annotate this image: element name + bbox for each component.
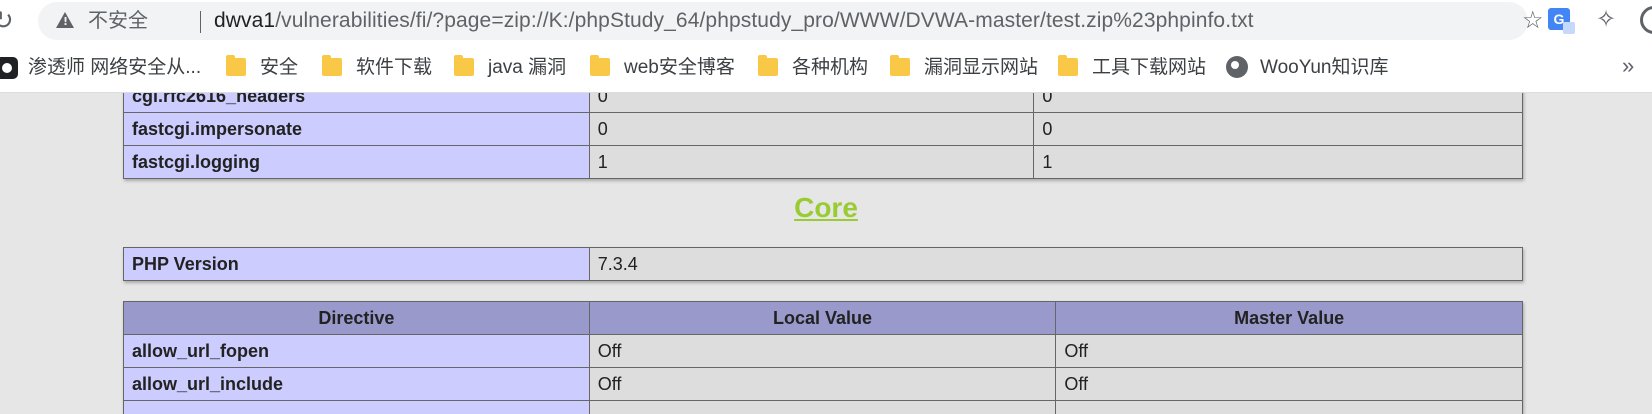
bookmark-item-6[interactable]: 漏洞显示网站: [924, 56, 1038, 80]
bookmark-item-8[interactable]: WooYun知识库: [1260, 56, 1388, 80]
globe-icon: [1226, 56, 1248, 78]
column-header-local-value: Local Value: [588, 301, 1057, 335]
local-value: [588, 400, 1057, 414]
php-version-label: PHP Version: [123, 247, 590, 281]
address-bar[interactable]: 不安全 dwva1/vulnerabilities/fi/?page=zip:/…: [38, 2, 1544, 40]
section-title-core[interactable]: Core: [0, 191, 1652, 225]
directive-name: [123, 400, 590, 414]
profile-icon[interactable]: [1640, 6, 1652, 34]
bookmark-item-1[interactable]: 安全: [260, 56, 298, 80]
translate-icon[interactable]: G: [1548, 8, 1575, 34]
folder-icon: [890, 55, 910, 76]
url-text[interactable]: dwva1/vulnerabilities/fi/?page=zip://K:/…: [214, 9, 1254, 33]
reload-icon[interactable]: ↻: [0, 6, 14, 34]
address-separator: [200, 11, 201, 33]
page-content: cgi.rfc2616_headers 0 0 fastcgi.imperson…: [0, 93, 1652, 414]
master-value: 0: [1033, 93, 1523, 113]
bookmark-item-5[interactable]: 各种机构: [792, 56, 868, 80]
master-value: [1055, 400, 1523, 414]
folder-icon: [758, 55, 778, 76]
master-value: Off: [1055, 334, 1523, 368]
local-value: Off: [588, 334, 1057, 368]
directive-name: allow_url_fopen: [123, 334, 590, 368]
master-value: 0: [1033, 112, 1523, 146]
more-bookmarks-chevron-icon[interactable]: »: [1622, 52, 1634, 80]
table-row: allow_url_include Off Off: [123, 367, 1523, 401]
table-header-row: Directive Local Value Master Value: [123, 301, 1523, 335]
php-version-table: PHP Version 7.3.4: [123, 247, 1524, 281]
table-row: allow_url_fopen Off Off: [123, 334, 1523, 368]
php-version-value: 7.3.4: [588, 247, 1524, 281]
column-header-master-value: Master Value: [1055, 301, 1523, 335]
cgi-config-table: cgi.rfc2616_headers 0 0 fastcgi.imperson…: [123, 93, 1523, 179]
master-value: 1: [1033, 145, 1523, 179]
bookmark-item-0[interactable]: 渗透师 网络安全从...: [28, 56, 201, 80]
table-row: [123, 400, 1523, 414]
bookmark-item-3[interactable]: java 漏洞: [488, 56, 566, 80]
table-row: fastcgi.impersonate 0 0: [123, 112, 1523, 146]
bookmarks-bar: 渗透师 网络安全从... 安全 软件下载 java 漏洞 web安全博客 各种机…: [0, 42, 1652, 93]
table-row: cgi.rfc2616_headers 0 0: [123, 93, 1523, 113]
bookmark-star-icon[interactable]: ☆: [1522, 7, 1544, 35]
folder-icon: [322, 55, 342, 76]
folder-icon: [226, 55, 246, 76]
directive-name: fastcgi.logging: [123, 145, 590, 179]
bookmark-item-7[interactable]: 工具下载网站: [1092, 56, 1206, 80]
url-host: dwva1: [214, 9, 276, 32]
bookmark-item-4[interactable]: web安全博客: [624, 56, 735, 80]
extensions-puzzle-icon[interactable]: ✧: [1596, 6, 1616, 34]
folder-icon: [590, 55, 610, 76]
master-value: Off: [1055, 367, 1523, 401]
table-row: PHP Version 7.3.4: [123, 247, 1524, 281]
directive-name: cgi.rfc2616_headers: [123, 93, 590, 113]
lion-icon[interactable]: [0, 57, 18, 79]
directive-name: fastcgi.impersonate: [123, 112, 590, 146]
warning-icon[interactable]: [56, 12, 74, 28]
local-value: Off: [588, 367, 1057, 401]
column-header-directive: Directive: [123, 301, 590, 335]
table-row: fastcgi.logging 1 1: [123, 145, 1523, 179]
folder-icon: [1058, 55, 1078, 76]
local-value: 0: [588, 112, 1035, 146]
local-value: 0: [588, 93, 1035, 113]
security-label[interactable]: 不安全: [88, 9, 148, 33]
folder-icon: [454, 55, 474, 76]
bookmark-item-2[interactable]: 软件下载: [356, 56, 432, 80]
directive-name: allow_url_include: [123, 367, 590, 401]
core-directives-table: Directive Local Value Master Value allow…: [123, 301, 1523, 414]
browser-toolbar: ↻ 不安全 dwva1/vulnerabilities/fi/?page=zip…: [0, 0, 1652, 42]
url-path: /vulnerabilities/fi/?page=zip://K:/phpSt…: [275, 9, 1254, 32]
local-value: 1: [588, 145, 1035, 179]
